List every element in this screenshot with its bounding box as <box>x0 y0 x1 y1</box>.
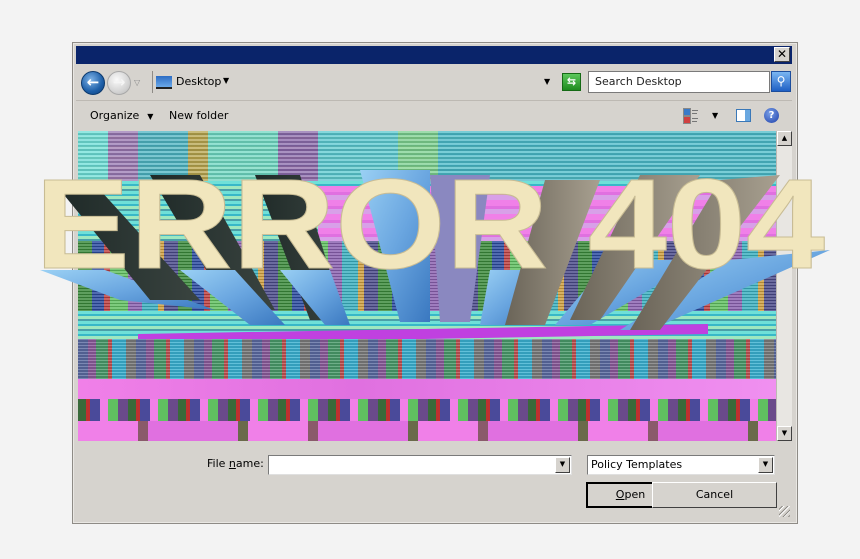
address-bar[interactable]: Desktop ▼ <box>152 71 556 93</box>
new-folder-button[interactable]: New folder <box>169 109 228 122</box>
change-view-icon[interactable] <box>683 108 699 124</box>
refresh-button[interactable]: ⇆ <box>562 73 581 91</box>
views-dropdown[interactable]: ▼ <box>712 111 718 120</box>
vertical-scrollbar[interactable]: ▲ ▼ <box>776 131 792 441</box>
preview-pane-icon[interactable] <box>736 109 751 122</box>
search-box[interactable] <box>588 71 770 93</box>
navigation-bar: ← → ▽ Desktop ▼ ▼ ⇆ ⚲ <box>76 66 792 101</box>
organize-menu[interactable]: Organize ▼ <box>90 109 153 122</box>
forward-button[interactable]: → <box>107 71 131 95</box>
resize-grip[interactable] <box>779 506 790 517</box>
arrow-left-icon: ← <box>86 73 100 91</box>
glitch-band <box>78 379 776 399</box>
file-name-label: File name: <box>207 457 264 470</box>
file-name-input[interactable] <box>269 456 557 472</box>
scroll-down-button[interactable]: ▼ <box>777 426 792 441</box>
chevron-down-icon: ▼ <box>147 112 154 121</box>
glitch-band <box>78 399 776 421</box>
chevron-down-icon[interactable]: ▼ <box>223 76 229 85</box>
search-input[interactable] <box>589 72 765 90</box>
help-icon[interactable]: ? <box>764 108 779 123</box>
title-bar[interactable]: ✕ <box>76 46 792 64</box>
refresh-icon: ⇆ <box>566 75 577 88</box>
file-type-filter-value: Policy Templates <box>591 458 683 471</box>
address-history-dropdown[interactable]: ▼ <box>544 77 550 86</box>
search-icon: ⚲ <box>776 74 786 88</box>
search-button[interactable]: ⚲ <box>771 71 791 92</box>
file-type-dropdown-button[interactable]: ▼ <box>758 457 773 473</box>
scroll-up-button[interactable]: ▲ <box>777 131 792 146</box>
address-crumb-desktop[interactable]: Desktop <box>176 75 221 88</box>
command-toolbar: Organize ▼ New folder ▼ ? <box>76 101 792 131</box>
close-button[interactable]: ✕ <box>774 47 790 62</box>
glitch-band <box>78 421 776 441</box>
file-type-filter-select[interactable]: Policy Templates ▼ <box>587 455 775 475</box>
desktop-icon <box>156 76 172 89</box>
cancel-button[interactable]: Cancel <box>652 482 777 508</box>
arrow-right-icon: → <box>112 73 126 91</box>
glitch-band <box>318 186 776 241</box>
glitch-band <box>78 339 776 379</box>
glitch-band <box>78 131 776 181</box>
glitch-band <box>78 241 776 311</box>
recent-locations-dropdown[interactable]: ▽ <box>134 78 140 87</box>
file-list-area[interactable] <box>78 131 776 441</box>
file-name-dropdown-button[interactable]: ▼ <box>555 457 570 473</box>
open-file-dialog: ✕ ← → ▽ Desktop ▼ ▼ ⇆ ⚲ Organize ▼ New fo… <box>72 42 798 524</box>
dialog-footer: File name: ▼ Policy Templates ▼ Open Can… <box>76 443 792 519</box>
file-name-combobox[interactable]: ▼ <box>268 455 572 475</box>
back-button[interactable]: ← <box>81 71 105 95</box>
organize-label: Organize <box>90 109 140 122</box>
